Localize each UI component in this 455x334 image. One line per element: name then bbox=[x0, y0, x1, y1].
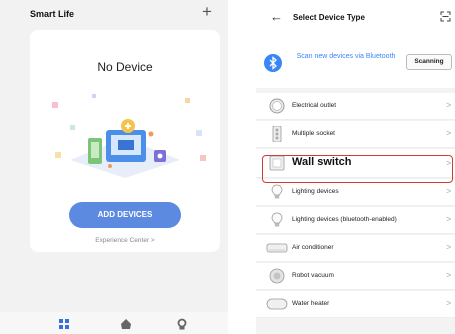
chevron-right-icon: > bbox=[446, 158, 452, 168]
air-conditioner-icon bbox=[266, 243, 288, 253]
home-grid-icon[interactable] bbox=[58, 318, 70, 330]
bluetooth-scan-panel: Scan new devices via Bluetooth Scanning bbox=[256, 40, 455, 88]
chevron-right-icon: > bbox=[446, 214, 452, 224]
back-arrow-icon[interactable]: ← bbox=[270, 10, 283, 24]
robot-vacuum-icon bbox=[269, 268, 285, 284]
device-label: Water heater bbox=[292, 300, 330, 307]
bluetooth-icon bbox=[264, 54, 282, 72]
bottom-tab-bar bbox=[0, 312, 228, 334]
device-row-robot-vacuum[interactable]: Robot vacuum > bbox=[256, 263, 455, 290]
water-heater-icon bbox=[266, 298, 288, 310]
device-row-wall-switch[interactable]: Wall switch > bbox=[256, 149, 455, 178]
experience-center-link[interactable]: Experience Center > bbox=[30, 237, 220, 244]
select-device-type-screen: ← Select Device Type Scan new devices vi… bbox=[256, 0, 455, 334]
wall-switch-icon bbox=[269, 155, 285, 171]
device-type-list: Electrical outlet > Multiple socket > Wa… bbox=[256, 93, 455, 319]
scene-icon[interactable] bbox=[120, 318, 132, 330]
chevron-right-icon: > bbox=[446, 242, 452, 252]
scan-qr-icon[interactable] bbox=[440, 11, 451, 22]
bulb-icon bbox=[271, 184, 283, 199]
device-label: Lighting devices bbox=[292, 188, 339, 195]
home-screen: Smart Life + No Device ADD DEVICES Exper… bbox=[0, 0, 228, 334]
scanning-button[interactable]: Scanning bbox=[406, 54, 452, 70]
device-row-multiple-socket[interactable]: Multiple socket > bbox=[256, 121, 455, 148]
device-label: Multiple socket bbox=[292, 130, 335, 137]
device-row-water-heater[interactable]: Water heater > bbox=[256, 291, 455, 318]
device-label: Lighting devices (bluetooth-enabled) bbox=[292, 216, 397, 223]
power-strip-icon bbox=[272, 126, 282, 142]
app-title: Smart Life bbox=[30, 9, 75, 19]
page-title: Select Device Type bbox=[293, 13, 365, 22]
chevron-right-icon: > bbox=[446, 186, 452, 196]
chevron-right-icon: > bbox=[446, 298, 452, 308]
device-label: Electrical outlet bbox=[292, 102, 337, 109]
empty-state-card: No Device ADD DEVICES Experience Center … bbox=[30, 30, 220, 252]
chevron-right-icon: > bbox=[446, 100, 452, 110]
bulb-icon bbox=[271, 212, 283, 227]
outlet-icon bbox=[269, 98, 285, 114]
chevron-right-icon: > bbox=[446, 270, 452, 280]
chevron-right-icon: > bbox=[446, 128, 452, 138]
add-plus-button[interactable]: + bbox=[202, 2, 212, 22]
bluetooth-scan-prompt[interactable]: Scan new devices via Bluetooth bbox=[296, 52, 396, 61]
device-label: Wall switch bbox=[292, 156, 352, 168]
device-row-lighting-devices-bluetooth[interactable]: Lighting devices (bluetooth-enabled) > bbox=[256, 207, 455, 234]
top-bar: ← Select Device Type bbox=[256, 0, 455, 40]
device-row-electrical-outlet[interactable]: Electrical outlet > bbox=[256, 93, 455, 120]
home-header: Smart Life + bbox=[0, 0, 228, 28]
device-row-air-conditioner[interactable]: Air conditioner > bbox=[256, 235, 455, 262]
device-row-lighting-devices[interactable]: Lighting devices > bbox=[256, 179, 455, 206]
device-label: Robot vacuum bbox=[292, 272, 334, 279]
add-devices-button[interactable]: ADD DEVICES bbox=[69, 202, 181, 228]
device-label: Air conditioner bbox=[292, 244, 334, 251]
profile-icon[interactable] bbox=[176, 318, 188, 330]
